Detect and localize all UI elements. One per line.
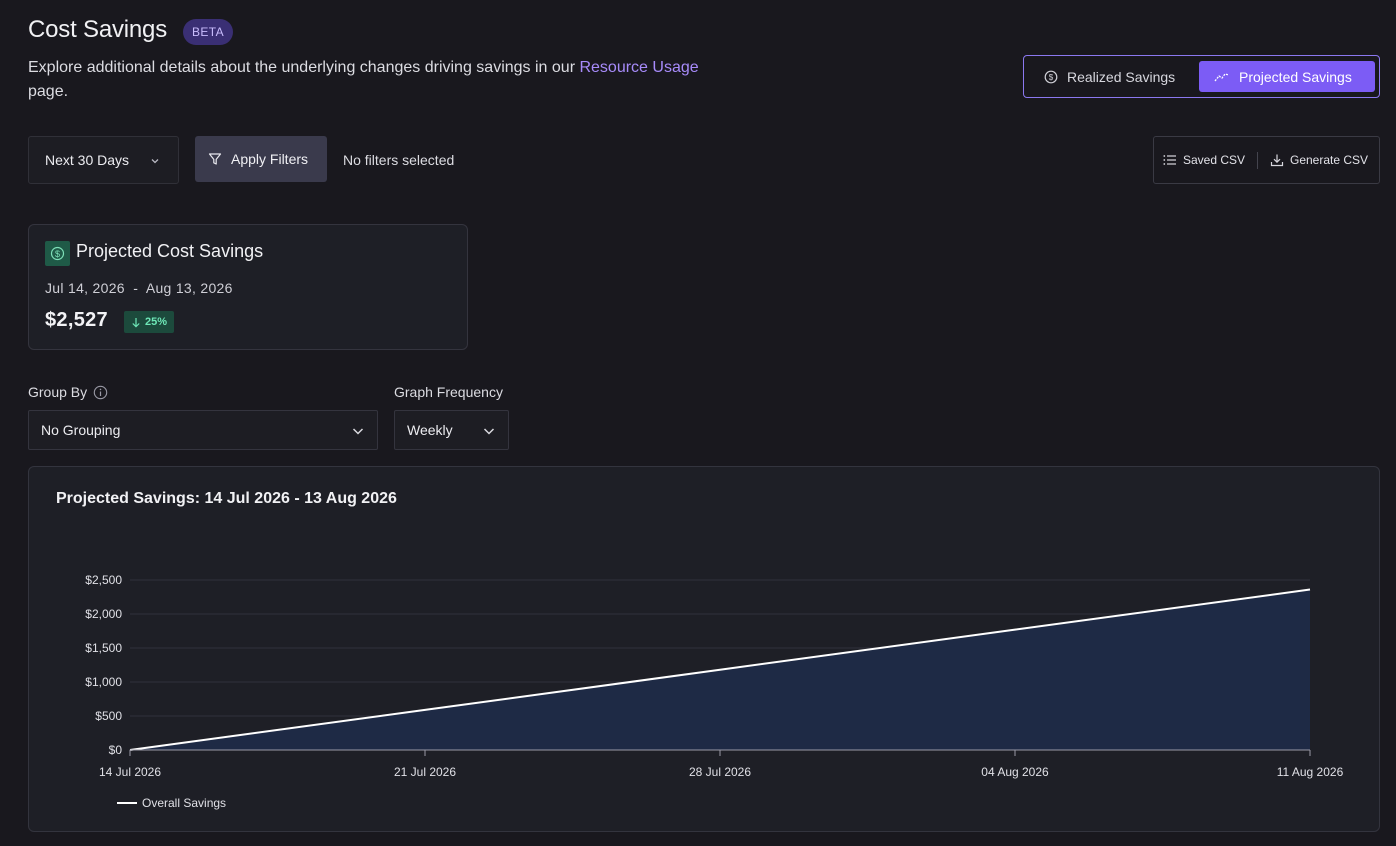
group-by-value: No Grouping <box>41 422 121 438</box>
legend-label: Overall Savings <box>142 796 226 810</box>
download-icon <box>1270 154 1284 167</box>
arrow-down-icon <box>132 317 140 328</box>
subtitle-suffix: page. <box>28 83 69 100</box>
subtitle-text: Explore additional details about the und… <box>28 59 580 76</box>
chart-legend: Overall Savings <box>117 796 226 810</box>
x-tick-label: 14 Jul 2026 <box>99 765 161 779</box>
x-tick-label: 04 Aug 2026 <box>981 765 1049 779</box>
beta-badge: BETA <box>183 19 234 45</box>
y-tick-label: $1,500 <box>85 641 122 655</box>
group-by-select[interactable]: No Grouping <box>28 410 378 450</box>
apply-filters-button[interactable]: Apply Filters <box>195 136 327 182</box>
group-by-label: Group By <box>28 384 108 400</box>
svg-text:$: $ <box>55 249 60 259</box>
list-icon <box>1163 155 1176 165</box>
savings-view-toggle: $ Realized Savings Projected Savings <box>1023 55 1380 98</box>
projected-savings-label: Projected Savings <box>1239 68 1352 85</box>
x-tick-label: 11 Aug 2026 <box>1277 765 1344 779</box>
generate-csv-button[interactable]: Generate CSV <box>1270 137 1368 183</box>
page-subtitle: Explore additional details about the und… <box>28 56 708 104</box>
y-tick-label: $2,000 <box>85 607 122 621</box>
projected-savings-chart-panel: Projected Savings: 14 Jul 2026 - 13 Aug … <box>28 466 1380 832</box>
y-tick-label: $0 <box>109 743 123 757</box>
info-icon[interactable] <box>93 385 108 400</box>
change-badge: 25% <box>124 311 175 333</box>
csv-actions: Saved CSV Generate CSV <box>1153 136 1380 184</box>
realized-savings-label: Realized Savings <box>1067 68 1176 85</box>
y-tick-label: $2,500 <box>85 573 122 587</box>
y-tick-label: $500 <box>95 709 122 723</box>
card-title: Projected Cost Savings <box>76 241 264 261</box>
csv-divider <box>1257 152 1258 169</box>
page-title: Cost Savings <box>28 16 167 43</box>
generate-csv-label: Generate CSV <box>1290 153 1369 167</box>
date-range-dropdown[interactable]: Next 30 Days <box>28 136 179 184</box>
graph-frequency-select[interactable]: Weekly <box>394 410 509 450</box>
trend-line-icon <box>1214 72 1230 81</box>
group-by-label-text: Group By <box>28 384 88 400</box>
projected-savings-chart: $0 $500 $1,000 $1,500 $2,000 $2,500 14 Jul 202… <box>85 573 1344 810</box>
card-value: $2,527 <box>45 309 108 331</box>
realized-savings-button[interactable]: $ Realized Savings <box>1044 61 1175 92</box>
projected-cost-savings-card: $ Projected Cost Savings Jul 14, 2026 - … <box>28 224 468 350</box>
projected-savings-button[interactable]: Projected Savings <box>1199 61 1375 92</box>
change-value: 25% <box>145 316 168 328</box>
resource-usage-link[interactable]: Resource Usage <box>579 59 698 76</box>
apply-filters-label: Apply Filters <box>231 151 309 167</box>
dollar-icon: $ <box>45 241 70 266</box>
filter-status: No filters selected <box>343 152 455 168</box>
card-date-range: Jul 14, 2026 - Aug 13, 2026 <box>45 280 233 296</box>
date-range-value: Next 30 Days <box>45 152 130 168</box>
filter-icon <box>208 153 222 165</box>
y-tick-label: $1,000 <box>85 675 122 689</box>
x-tick-label: 28 Jul 2026 <box>689 765 751 779</box>
graph-frequency-label: Graph Frequency <box>394 384 503 400</box>
saved-csv-button[interactable]: Saved CSV <box>1163 137 1245 183</box>
chevron-down-icon <box>483 428 495 435</box>
dollar-circle-icon: $ <box>1044 70 1058 83</box>
chevron-down-icon <box>151 159 159 164</box>
saved-csv-label: Saved CSV <box>1183 153 1246 167</box>
graph-frequency-value: Weekly <box>407 422 453 438</box>
chevron-down-icon <box>352 428 364 435</box>
svg-text:$: $ <box>1049 73 1054 82</box>
x-tick-label: 21 Jul 2026 <box>394 765 456 779</box>
